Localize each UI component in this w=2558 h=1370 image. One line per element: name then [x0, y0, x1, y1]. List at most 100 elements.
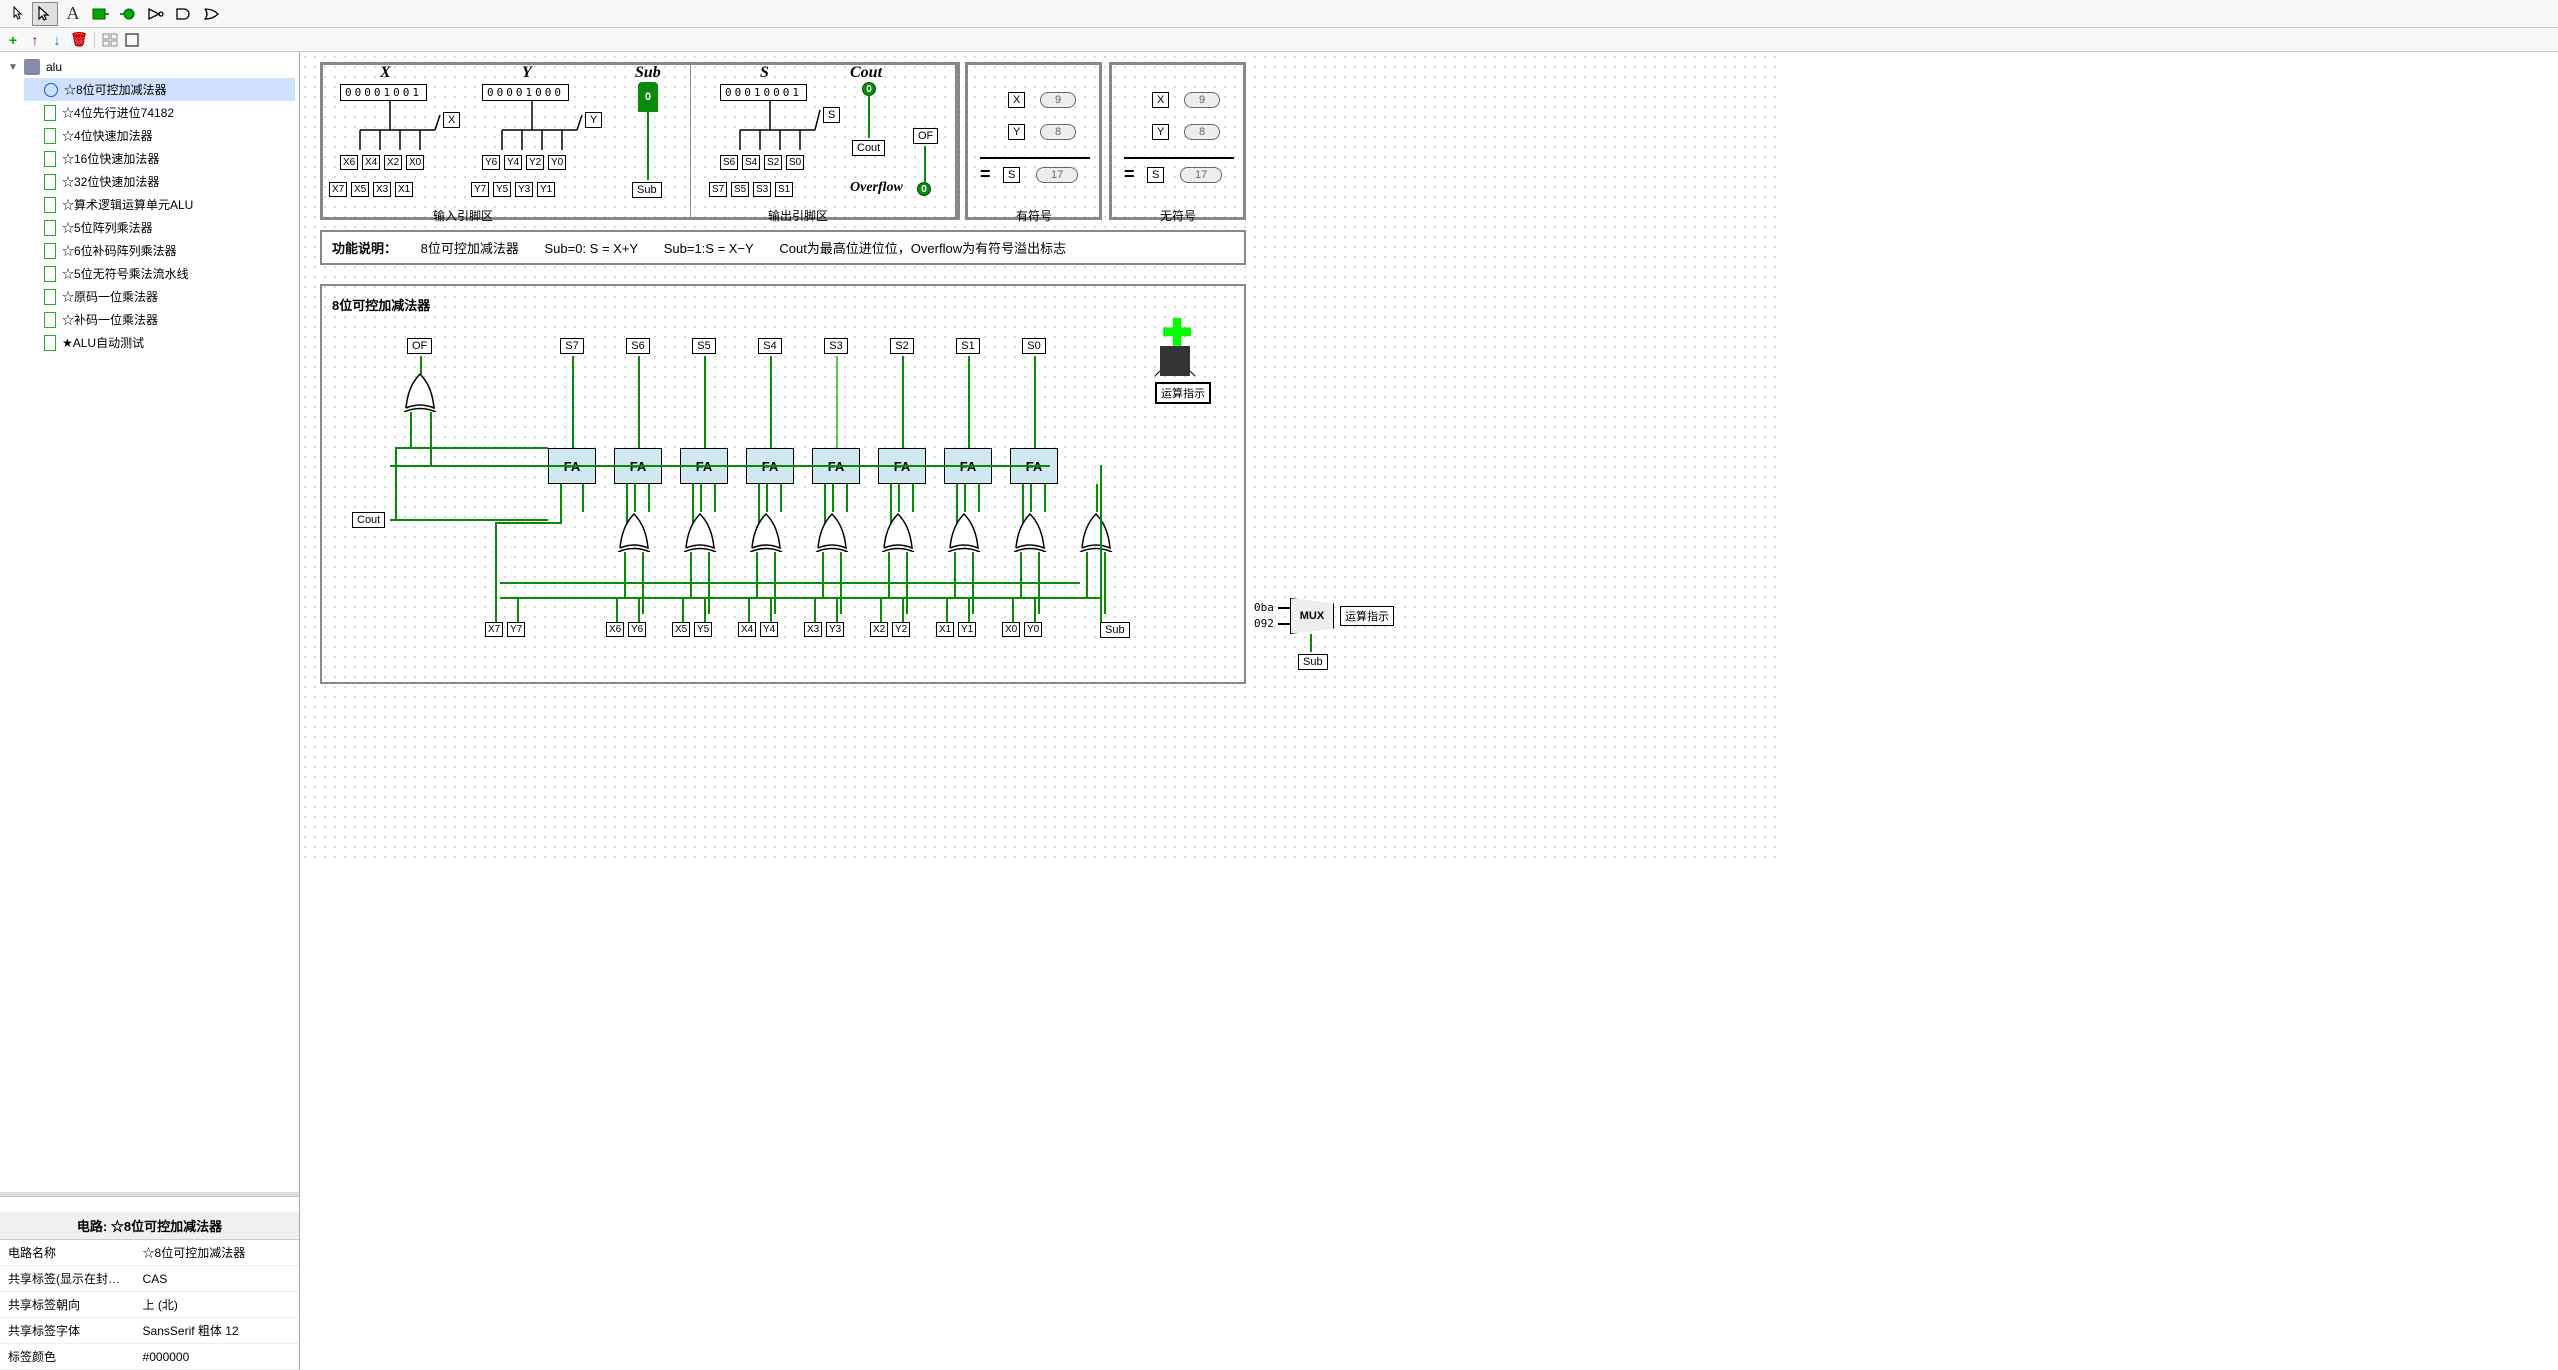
properties-table: 电路名称☆8位可控加减法器 共享标签(显示在封…CAS 共享标签朝向上 (北) …	[0, 1240, 299, 1370]
s-output-pin: S4	[758, 338, 782, 354]
y-input-pin: Y4	[760, 622, 778, 637]
pin: Y6	[482, 155, 500, 170]
wire	[836, 356, 838, 448]
property-row[interactable]: 标签颜色#000000	[0, 1344, 299, 1370]
xor-gate-icon[interactable]	[880, 512, 916, 555]
wire	[1020, 552, 1022, 597]
x-header: X	[380, 64, 391, 82]
pin: S7	[709, 182, 727, 197]
wire	[582, 484, 584, 512]
xor-gate-icon[interactable]	[946, 512, 982, 555]
wire	[624, 552, 626, 597]
folder-icon	[24, 59, 40, 75]
sub-input[interactable]: 0	[638, 82, 658, 112]
tree-item[interactable]: ☆4位先行进位74182	[24, 101, 295, 124]
tree-item[interactable]: ☆5位阵列乘法器	[24, 216, 295, 239]
tree-item[interactable]: ★ALU自动测试	[24, 331, 295, 354]
tree-root-item[interactable]: ▼ alu	[4, 56, 295, 78]
tree-scrollbar[interactable]	[0, 1196, 299, 1212]
tree-item[interactable]: ☆6位补码阵列乘法器	[24, 239, 295, 262]
add-circuit-btn[interactable]: +	[4, 31, 22, 49]
xor-gate-icon[interactable]	[1012, 512, 1048, 555]
input-pin-tool[interactable]	[88, 2, 114, 26]
not-gate-tool[interactable]	[144, 2, 170, 26]
x-input-pin: X0	[1002, 622, 1020, 637]
xor-gate-icon[interactable]	[1078, 512, 1114, 555]
property-row[interactable]: 电路名称☆8位可控加减法器	[0, 1240, 299, 1266]
tree-item[interactable]: ☆补码一位乘法器	[24, 308, 295, 331]
s-output-pin: S2	[890, 338, 914, 354]
sub-wire	[500, 597, 1100, 599]
wire	[902, 597, 904, 622]
wire	[888, 552, 890, 597]
circuit-icon	[44, 174, 56, 190]
pin: X4	[362, 155, 380, 170]
tree-root-label: alu	[46, 60, 62, 74]
tree-item[interactable]: ☆4位快速加法器	[24, 124, 295, 147]
circuit-icon	[44, 197, 56, 213]
property-row[interactable]: 共享标签朝向上 (北)	[0, 1292, 299, 1318]
cout-header: Cout	[850, 64, 882, 82]
s-output-pin: S3	[824, 338, 848, 354]
property-row[interactable]: 共享标签(显示在封…CAS	[0, 1266, 299, 1292]
x-input-pin: X2	[870, 622, 888, 637]
text-tool[interactable]: A	[60, 2, 86, 26]
circuit-icon	[44, 289, 56, 305]
property-row[interactable]: 共享标签字体SansSerif 粗体 12	[0, 1318, 299, 1344]
unsigned-label: 无符号	[1160, 207, 1196, 224]
xor-gate-icon[interactable]	[814, 512, 850, 555]
delete-btn[interactable]: 🗑	[70, 31, 88, 49]
layout-btn[interactable]	[101, 31, 119, 49]
circuit-icon	[44, 243, 56, 259]
appearance-btn[interactable]	[123, 31, 141, 49]
project-tree[interactable]: ▼ alu ☆8位可控加减法器 ☆4位先行进位74182 ☆4位快速加法器 ☆1…	[0, 52, 299, 1196]
xor-gate-icon[interactable]	[682, 512, 718, 555]
pin: S6	[720, 155, 738, 170]
tree-item[interactable]: ☆算术逻辑运算单元ALU	[24, 193, 295, 216]
wire	[648, 484, 650, 512]
tree-item-label: ☆算术逻辑运算单元ALU	[62, 196, 193, 213]
tree-item-label: ☆4位快速加法器	[62, 127, 153, 144]
xor-gate-icon[interactable]	[402, 372, 438, 415]
unsigned-x-pin: X	[1152, 92, 1169, 108]
mux-in0-label: 0ba	[1250, 600, 1278, 615]
tree-item[interactable]: ☆5位无符号乘法流水线	[24, 262, 295, 285]
sub-wire-2	[500, 582, 1080, 584]
and-gate-tool[interactable]	[172, 2, 198, 26]
disclosure-icon[interactable]: ▼	[8, 62, 18, 73]
sub-pin-label: Sub	[632, 182, 662, 198]
mux-block[interactable]: MUX	[1290, 598, 1334, 634]
pin: Y1	[537, 182, 555, 197]
or-gate-tool[interactable]	[200, 2, 226, 26]
canvas-scroll[interactable]: X 00001001 X X6 X4 X2 X0 X7 X5 X3 X1 Y 0…	[300, 52, 2558, 1370]
signed-x-pin: X	[1008, 92, 1025, 108]
edit-toolbar: + ↑ ↓ 🗑	[0, 28, 2558, 52]
tree-item-label: ☆8位可控加减法器	[64, 81, 167, 98]
hr	[980, 157, 1090, 159]
of-pin-label: OF	[913, 128, 938, 144]
tree-item[interactable]: ☆8位可控加减法器	[24, 78, 295, 101]
wire	[495, 522, 560, 524]
tree-item[interactable]: ☆原码一位乘法器	[24, 285, 295, 308]
wire	[1310, 634, 1312, 652]
wire	[832, 484, 834, 512]
y-bits[interactable]: 00001000	[482, 84, 569, 101]
pin: X3	[373, 182, 391, 197]
output-pin-tool[interactable]	[116, 2, 142, 26]
select-tool[interactable]	[32, 2, 58, 26]
wire	[898, 484, 900, 512]
wire	[616, 597, 618, 622]
tree-item[interactable]: ☆16位快速加法器	[24, 147, 295, 170]
left-panel: ▼ alu ☆8位可控加减法器 ☆4位先行进位74182 ☆4位快速加法器 ☆1…	[0, 52, 300, 1370]
xor-gate-icon[interactable]	[616, 512, 652, 555]
move-up-btn[interactable]: ↑	[26, 31, 44, 49]
move-down-btn[interactable]: ↓	[48, 31, 66, 49]
circuit-canvas[interactable]: X 00001001 X X6 X4 X2 X0 X7 X5 X3 X1 Y 0…	[300, 52, 1780, 862]
signed-s-pin: S	[1003, 167, 1020, 183]
tree-item[interactable]: ☆32位快速加法器	[24, 170, 295, 193]
poke-tool[interactable]	[4, 2, 30, 26]
pin: X0	[406, 155, 424, 170]
x-bits[interactable]: 00001001	[340, 84, 427, 101]
overflow-label: Overflow	[850, 180, 903, 196]
xor-gate-icon[interactable]	[748, 512, 784, 555]
